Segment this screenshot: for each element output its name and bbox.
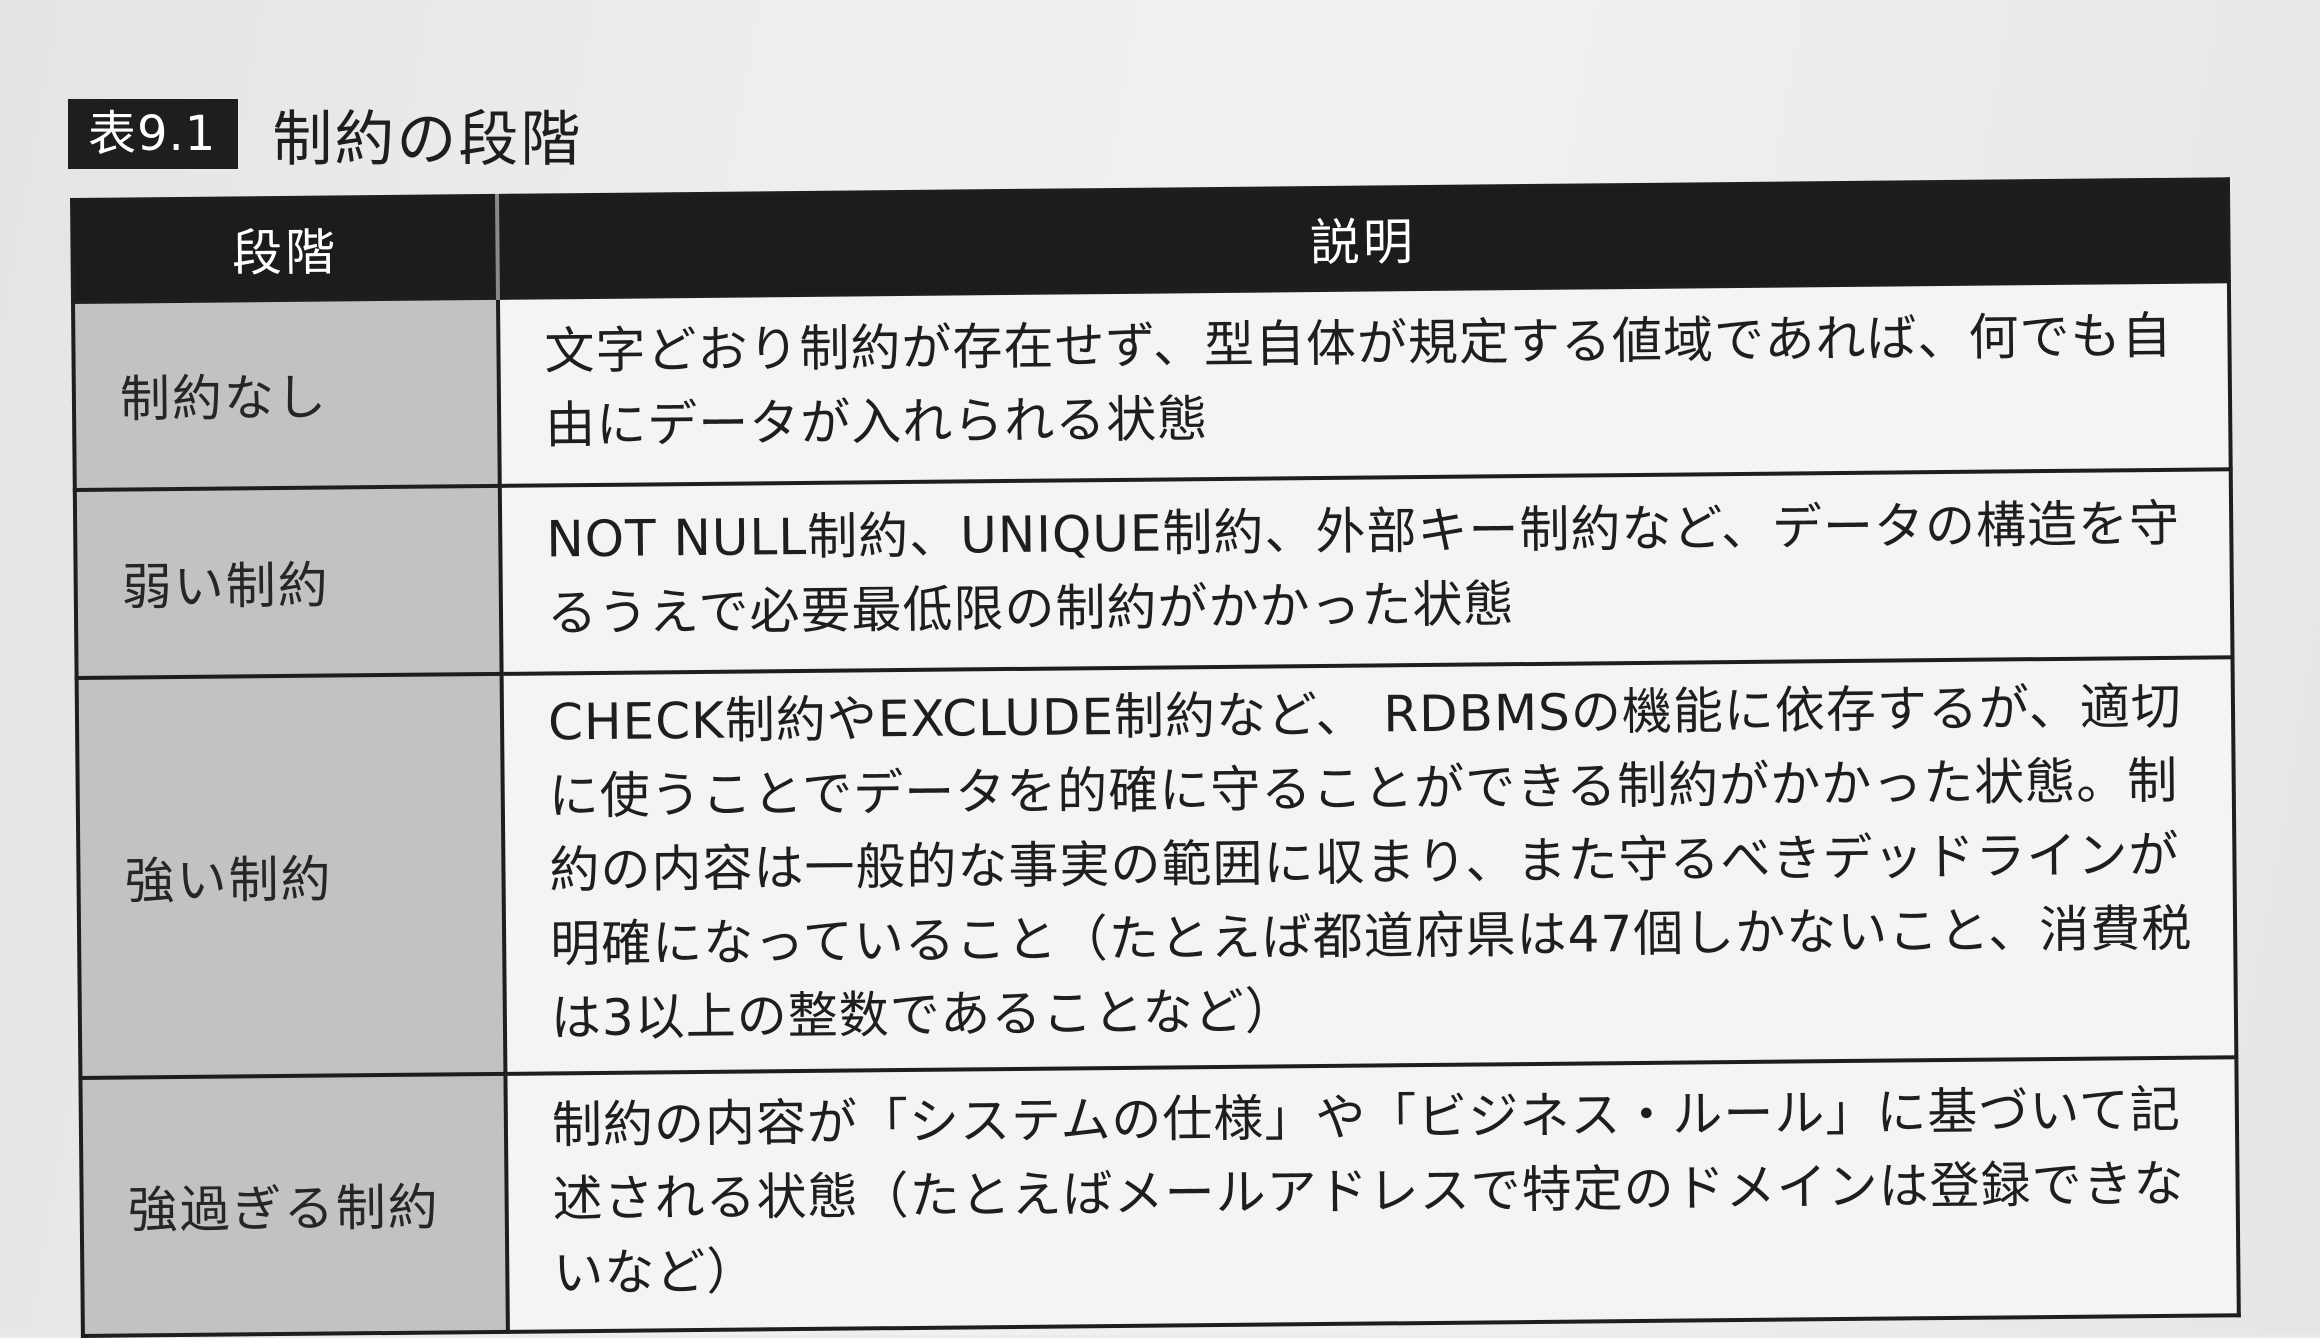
description-cell: CHECK制約やEXCLUDE制約など、 RDBMSの機能に依存するが、適切に使… xyxy=(501,657,2237,1074)
stage-cell: 強過ぎる制約 xyxy=(80,1073,508,1336)
table-row: 制約なし 文字どおり制約が存在せず、型自体が規定する値域であれば、何でも自由にデ… xyxy=(72,281,2231,490)
header-description: 説明 xyxy=(496,179,2229,298)
constraint-stages-table: 段階 説明 制約なし 文字どおり制約が存在せず、型自体が規定する値域であれば、何… xyxy=(70,177,2241,1338)
description-cell: 文字どおり制約が存在せず、型自体が規定する値域であれば、何でも自由にデータが入れ… xyxy=(497,281,2231,486)
table-title: 制約の段階 xyxy=(272,104,583,175)
description-cell: NOT NULL制約、UNIQUE制約、外部キー制約など、データの構造を守るうえ… xyxy=(499,469,2233,674)
stage-cell: 強い制約 xyxy=(76,673,506,1078)
table-row: 強い制約 CHECK制約やEXCLUDE制約など、 RDBMSの機能に依存するが… xyxy=(76,657,2237,1078)
stage-cell: 弱い制約 xyxy=(74,485,502,678)
table-number-label: 表9.1 xyxy=(68,99,239,169)
header-stage: 段階 xyxy=(72,195,498,302)
description-cell: 制約の内容が「システムの仕様」や「ビジネス・ルール」に基づいて記述される状態（た… xyxy=(505,1057,2239,1332)
table-row: 強過ぎる制約 制約の内容が「システムの仕様」や「ビジネス・ルール」に基づいて記述… xyxy=(80,1057,2239,1336)
stage-cell: 制約なし xyxy=(72,297,500,490)
table-caption: 表9.1 制約の段階 xyxy=(68,98,582,175)
book-page: 表9.1 制約の段階 段階 説明 制約なし 文字どおり制約が存在せず、型自体が規… xyxy=(0,0,2320,1338)
table-row: 弱い制約 NOT NULL制約、UNIQUE制約、外部キー制約など、データの構造… xyxy=(74,469,2233,678)
constraint-table-wrapper: 段階 説明 制約なし 文字どおり制約が存在せず、型自体が規定する値域であれば、何… xyxy=(70,177,2241,1338)
